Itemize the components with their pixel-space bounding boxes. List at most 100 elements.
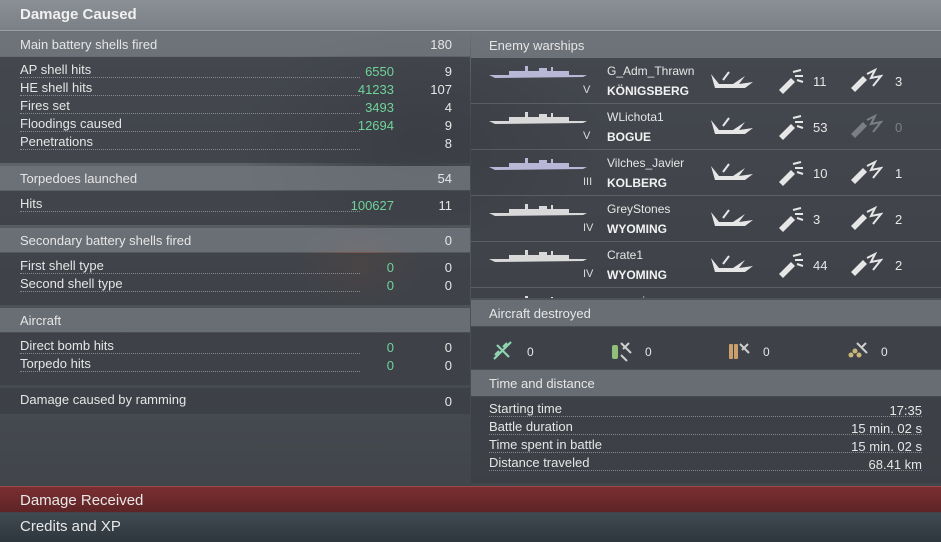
hits-count: 11 — [813, 74, 827, 89]
stat-label: Direct bomb hits — [20, 339, 360, 354]
stat-label: AP shell hits — [20, 63, 360, 78]
player-name: WLichota1 — [607, 110, 664, 124]
time-distance-section: Starting time 17:35 Battle duration 15 m… — [471, 397, 941, 483]
time-value: 15 min. 02 s — [851, 439, 922, 454]
stat-damage: 0 — [386, 358, 394, 373]
stat-damage: 6550 — [365, 64, 394, 79]
secondary-section: First shell type 0 0 Second shell type 0… — [0, 253, 470, 305]
ship-silhouette-icon — [489, 112, 593, 124]
stat-damage: 41233 — [357, 82, 394, 97]
ship-destroyed-icon — [711, 209, 753, 226]
time-distance-header: Time and distance — [471, 370, 941, 396]
stat-row: Direct bomb hits 0 0 — [20, 338, 452, 356]
ship-tier: IV — [583, 222, 594, 234]
enemy-ship-row[interactable]: V G_Adm_Thrawn KÖNIGSBERG 11 3 — [471, 58, 941, 104]
stat-count: 4 — [444, 100, 452, 115]
time-row: Battle duration 15 min. 02 s — [489, 419, 922, 437]
enemy-ship-row[interactable]: III Vilches_Javier KOLBERG 10 1 — [471, 150, 941, 196]
ship-destroyed-icon — [711, 117, 753, 134]
ramming-value: 0 — [444, 394, 452, 409]
stat-row: Hits 100627 11 — [20, 196, 452, 214]
enemy-ship-row[interactable]: V WLichota1 BOGUE 53 0 — [471, 104, 941, 150]
time-row: Time spent in battle 15 min. 02 s — [489, 437, 922, 455]
player-name: Crate1 — [607, 248, 644, 262]
stat-label: Torpedo hits — [20, 357, 360, 372]
dive-bomber-icon — [729, 343, 750, 359]
secondary-header: Secondary battery shells fired 0 — [0, 228, 470, 252]
tab-credits-xp-label: Credits and XP — [20, 518, 121, 535]
ship-name: WYOMING — [607, 268, 667, 282]
time-value: 15 min. 02 s — [851, 421, 922, 436]
player-name: mcsquigs — [607, 294, 658, 298]
stat-damage: 0 — [386, 340, 394, 355]
stat-count: 0 — [444, 340, 452, 355]
tab-damage-caused[interactable]: Damage Caused — [0, 0, 941, 31]
ship-destroyed-icon — [711, 71, 753, 88]
stat-damage: 12694 — [357, 118, 394, 133]
citadel-hit-icon — [851, 160, 883, 184]
hits-count: 44 — [813, 258, 828, 273]
torpedoes-label: Torpedoes launched — [20, 171, 138, 186]
citadel-count: 1 — [895, 166, 903, 181]
ship-destroyed-icon — [711, 163, 753, 180]
torpedo-bomber-icon — [612, 342, 632, 362]
ship-name: KOLBERG — [607, 176, 667, 190]
tab-damage-received[interactable]: Damage Received — [0, 486, 941, 512]
torpedo-bomber-count: 0 — [645, 345, 652, 359]
hits-icon — [779, 69, 804, 94]
stat-label: Fires set — [20, 99, 360, 114]
fighter-icon — [493, 341, 512, 360]
stat-row: HE shell hits 41233 107 — [20, 80, 452, 98]
enemy-ship-row[interactable]: IV GreyStones WYOMING 3 2 — [471, 196, 941, 242]
main-battery-section: AP shell hits 6550 9 HE shell hits 41233… — [0, 57, 470, 163]
citadel-count: 2 — [895, 212, 903, 227]
enemy-warships-label: Enemy warships — [489, 38, 585, 53]
ship-destroyed-icon — [711, 255, 753, 272]
scout-plane-icon — [848, 342, 868, 358]
ramming-section: Damage caused by ramming 0 — [0, 388, 470, 414]
ship-silhouette-icon — [489, 250, 593, 262]
main-battery-header: Main battery shells fired 180 — [0, 32, 470, 56]
torpedoes-header: Torpedoes launched 54 — [0, 166, 470, 190]
stat-count: 11 — [438, 198, 453, 213]
tab-credits-xp[interactable]: Credits and XP — [0, 513, 941, 542]
enemy-ship-row[interactable]: mcsquigs — [471, 288, 941, 298]
enemy-ship-list[interactable]: V G_Adm_Thrawn KÖNIGSBERG 11 3 V WLichota1 BOGU… — [471, 58, 941, 298]
torpedoes-total: 54 — [437, 171, 452, 186]
secondary-total: 0 — [444, 233, 452, 248]
ship-tier: IV — [583, 268, 594, 280]
stat-row: Penetrations 8 — [20, 134, 452, 152]
stat-count: 0 — [444, 358, 452, 373]
time-value: 68.41 km — [868, 457, 922, 472]
time-value: 17:35 — [889, 403, 922, 418]
stat-label: Penetrations — [20, 135, 360, 150]
player-name: GreyStones — [607, 202, 671, 216]
aircraft-destroyed-header: Aircraft destroyed — [471, 300, 941, 326]
ship-tier: III — [583, 176, 593, 188]
stat-label: Hits — [20, 197, 360, 212]
ship-silhouette-icon — [489, 158, 593, 170]
stat-count: 8 — [444, 136, 452, 151]
aircraft-section: Direct bomb hits 0 0 Torpedo hits 0 0 — [0, 333, 470, 385]
ship-tier: V — [583, 84, 591, 96]
citadel-hit-icon — [851, 252, 883, 276]
stat-row: Torpedo hits 0 0 — [20, 356, 452, 374]
torpedoes-section: Hits 100627 11 — [0, 191, 470, 225]
time-row: Distance traveled 68.41 km — [489, 455, 922, 473]
citadel-count: 2 — [895, 258, 903, 273]
stat-row: First shell type 0 0 — [20, 258, 452, 276]
player-name: G_Adm_Thrawn — [607, 64, 695, 78]
stat-label: Floodings caused — [20, 117, 360, 132]
time-label: Distance traveled — [489, 456, 922, 471]
stat-count: 0 — [444, 260, 452, 275]
stat-row: Floodings caused 12694 9 — [20, 116, 452, 134]
aircraft-header: Aircraft — [0, 308, 470, 332]
time-row: Starting time 17:35 — [489, 401, 922, 419]
aircraft-destroyed-section: 0 0 0 0 — [471, 327, 941, 369]
page-title: Damage Caused — [20, 6, 137, 23]
time-label: Starting time — [489, 402, 922, 417]
enemy-ship-row[interactable]: IV Crate1 WYOMING 44 2 — [471, 242, 941, 288]
citadel-count: 0 — [895, 120, 903, 135]
aircraft-destroyed-label: Aircraft destroyed — [489, 306, 591, 321]
hits-count: 3 — [813, 212, 821, 227]
